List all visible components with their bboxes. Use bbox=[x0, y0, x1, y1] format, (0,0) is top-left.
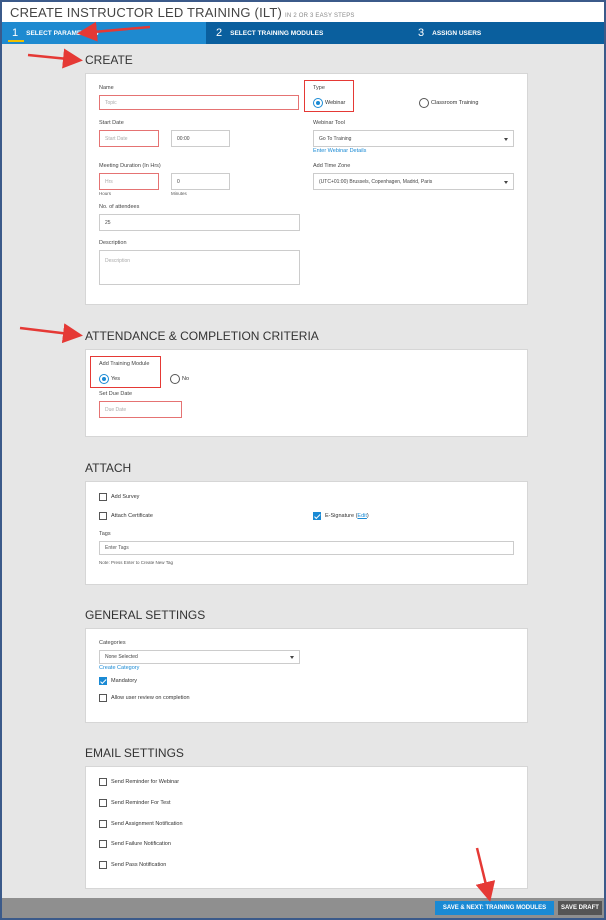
arrow-to-attendance bbox=[19, 323, 83, 344]
arrow-to-create bbox=[27, 48, 83, 69]
arrow-to-save-next bbox=[475, 847, 496, 902]
annotation-arrows bbox=[19, 21, 496, 902]
arrow-to-step-1 bbox=[77, 21, 151, 42]
